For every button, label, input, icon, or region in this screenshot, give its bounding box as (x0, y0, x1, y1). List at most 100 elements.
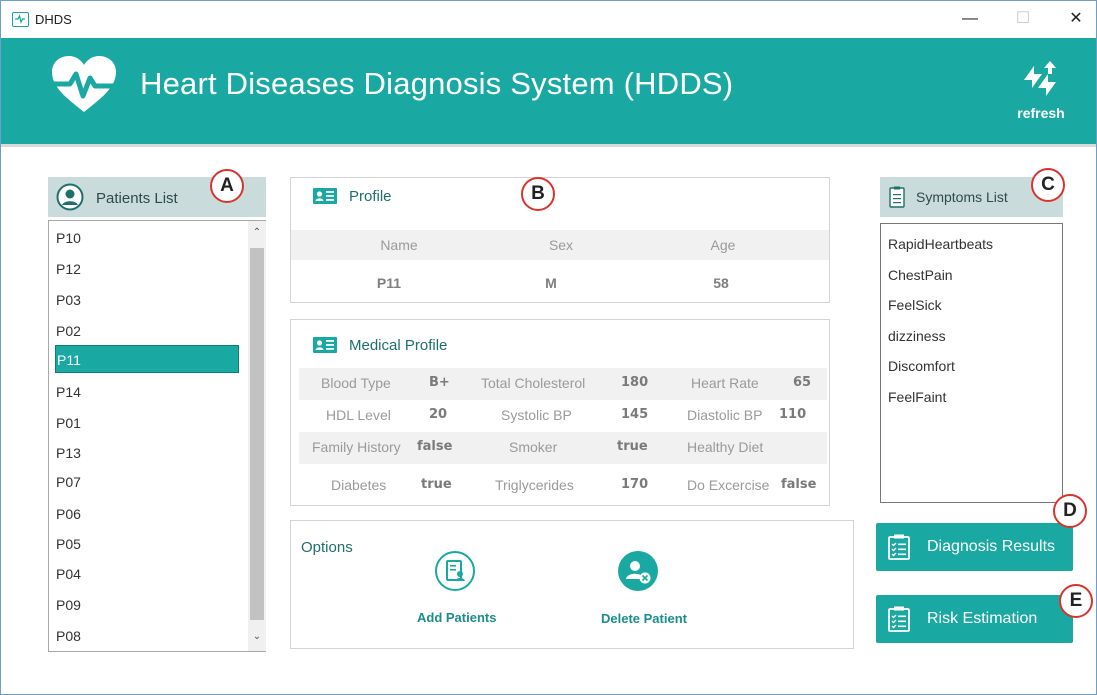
patients-listbox[interactable]: P10 P12 P03 P02 P11 P14 P01 P13 P07 P06 … (48, 220, 266, 652)
refresh-button[interactable]: refresh (1009, 58, 1069, 128)
systolic-bp-label: Systolic BP (501, 407, 572, 423)
medical-row-1: Blood Type B+ Total Cholesterol 180 Hear… (299, 368, 827, 400)
options-panel: Options Add Patients Delete Patient (290, 520, 854, 649)
diagnosis-results-button[interactable]: Diagnosis Results (876, 523, 1073, 571)
scroll-down-arrow-icon[interactable]: ⌄ (248, 627, 266, 647)
symptom-item[interactable]: Discomfort (888, 358, 955, 374)
delete-patient-icon[interactable] (618, 551, 658, 591)
close-button[interactable]: ✕ (1061, 7, 1091, 31)
diastolic-bp-value: 110 (779, 407, 807, 422)
triglycerides-value: 170 (621, 477, 649, 492)
annotation-badge-a: A (210, 169, 244, 203)
profile-age-header: Age (710, 237, 736, 253)
scroll-thumb[interactable] (250, 248, 264, 620)
annotation-badge-d: D (1053, 494, 1087, 528)
patient-item-p06[interactable]: P06 (55, 500, 238, 528)
patient-item-p14[interactable]: P14 (55, 378, 238, 406)
app-title: Heart Diseases Diagnosis System (HDDS) (140, 66, 734, 101)
options-title: Options (301, 539, 353, 556)
profile-name-value: P11 (376, 275, 402, 291)
id-card-icon (313, 337, 337, 358)
app-icon (12, 12, 29, 27)
header-divider (1, 144, 1096, 147)
heart-rate-label: Heart Rate (691, 375, 759, 391)
scroll-up-arrow-icon[interactable]: ⌃ (248, 223, 266, 243)
do-exercise-value: false (781, 477, 817, 492)
patient-item-p09[interactable]: P09 (55, 591, 238, 619)
do-exercise-label: Do Excercise (687, 477, 770, 493)
refresh-icon (1024, 61, 1056, 96)
smoker-value: true (617, 439, 648, 454)
heart-pulse-icon (48, 54, 120, 121)
window-title: DHDS (35, 12, 72, 27)
family-history-label: Family History (312, 439, 401, 455)
profile-panel: Profile Name Sex Age P11 M 58 (290, 177, 830, 303)
delete-patient-label[interactable]: Delete Patient (601, 611, 687, 626)
medical-profile-panel: Medical Profile Blood Type B+ Total Chol… (290, 319, 830, 506)
refresh-label: refresh (1017, 105, 1065, 121)
diabetes-value: true (421, 477, 452, 492)
clipboard-icon (889, 186, 905, 213)
blood-type-label: Blood Type (321, 375, 391, 391)
medical-row-2: HDL Level 20 Systolic BP 145 Diastolic B… (299, 400, 827, 432)
add-patients-label[interactable]: Add Patients (417, 610, 496, 625)
profile-age-value: 58 (713, 275, 729, 291)
risk-estimation-button[interactable]: Risk Estimation (876, 595, 1073, 643)
symptoms-list-title: Symptoms List (916, 189, 1008, 205)
triglycerides-label: Triglycerides (495, 477, 574, 493)
symptom-item[interactable]: FeelFaint (888, 389, 946, 405)
diagnosis-results-label: Diagnosis Results (927, 538, 1056, 555)
patient-item-p03[interactable]: P03 (55, 286, 238, 314)
profile-header-row: Name Sex Age (291, 230, 829, 260)
patient-item-p02[interactable]: P02 (55, 317, 238, 345)
patients-list-title: Patients List (96, 190, 178, 207)
smoker-label: Smoker (509, 439, 558, 455)
medical-row-3: Family History false Smoker true Healthy… (299, 432, 827, 464)
id-card-icon (313, 188, 337, 209)
app-window: DHDS — ☐ ✕ Heart Diseases Diagnosis Syst… (0, 0, 1097, 695)
patient-item-p05[interactable]: P05 (55, 530, 238, 558)
patient-item-p13[interactable]: P13 (55, 439, 238, 467)
title-bar: DHDS — ☐ ✕ (1, 1, 1096, 38)
symptom-item[interactable]: dizziness (888, 328, 946, 344)
patient-item-p10[interactable]: P10 (55, 224, 238, 252)
maximize-button[interactable]: ☐ (1008, 7, 1038, 31)
total-cholesterol-label: Total Cholesterol (481, 375, 586, 391)
family-history-value: false (417, 439, 453, 454)
patient-item-p11[interactable]: P11 (55, 345, 239, 373)
annotation-badge-c: C (1031, 168, 1065, 202)
diastolic-bp-label: Diastolic BP (687, 407, 763, 423)
blood-type-value: B+ (429, 375, 450, 390)
clipboard-list-icon (888, 534, 910, 560)
profile-value-row: P11 M 58 (291, 268, 829, 298)
symptom-item[interactable]: ChestPain (888, 267, 953, 283)
symptoms-listbox[interactable]: RapidHeartbeats ChestPain FeelSick dizzi… (880, 223, 1063, 503)
patient-item-p07[interactable]: P07 (55, 468, 238, 496)
patient-item-p04[interactable]: P04 (55, 560, 238, 588)
profile-title: Profile (349, 188, 392, 205)
hdl-level-value: 20 (429, 407, 448, 422)
heart-rate-value: 65 (793, 375, 812, 390)
patients-scrollbar[interactable]: ⌃ ⌄ (248, 221, 266, 651)
profile-sex-header: Sex (548, 237, 574, 253)
app-header: Heart Diseases Diagnosis System (HDDS) r… (1, 38, 1096, 144)
medical-row-4: Diabetes true Triglycerides 170 Do Excer… (299, 470, 827, 502)
hdl-level-label: HDL Level (326, 407, 391, 423)
symptom-item[interactable]: RapidHeartbeats (888, 236, 993, 252)
patient-item-p08[interactable]: P08 (55, 622, 238, 650)
profile-sex-value: M (545, 275, 557, 291)
risk-estimation-label: Risk Estimation (927, 610, 1038, 627)
add-patient-icon[interactable] (435, 551, 475, 591)
healthy-diet-label: Healthy Diet (687, 439, 764, 455)
diabetes-label: Diabetes (331, 477, 387, 493)
systolic-bp-value: 145 (621, 407, 649, 422)
medical-profile-title: Medical Profile (349, 337, 448, 354)
user-avatar-icon (56, 183, 84, 216)
symptom-item[interactable]: FeelSick (888, 297, 942, 313)
patient-item-p01[interactable]: P01 (55, 409, 238, 437)
profile-name-header: Name (380, 237, 418, 253)
annotation-badge-b: B (521, 177, 555, 211)
patient-item-p12[interactable]: P12 (55, 255, 238, 283)
minimize-button[interactable]: — (955, 7, 985, 31)
annotation-badge-e: E (1059, 584, 1093, 618)
